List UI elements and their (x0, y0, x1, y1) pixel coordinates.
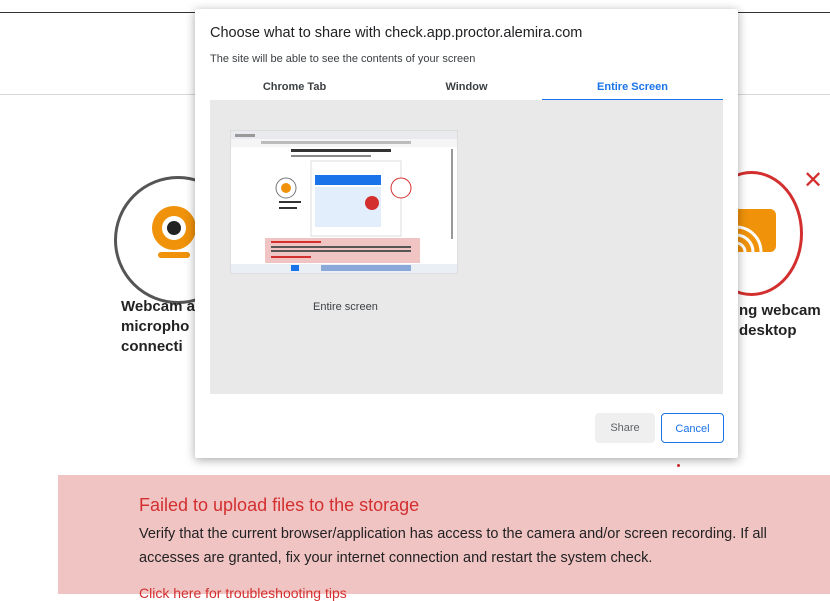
share-button[interactable]: Share (595, 413, 655, 443)
cancel-button[interactable]: Cancel (661, 413, 724, 443)
dialog-title: Choose what to share with check.app.proc… (210, 25, 583, 41)
tab-chrome-tab[interactable]: Chrome Tab (209, 79, 380, 101)
close-icon: ✕ (803, 166, 824, 194)
tab-entire-screen[interactable]: Entire Screen (542, 79, 723, 101)
share-content-area: Entire screen (210, 100, 723, 394)
error-message: Verify that the current browser/applicat… (139, 526, 767, 566)
dialog-subtitle: The site will be able to see the content… (210, 53, 476, 65)
thumbnail-label: Entire screen (313, 301, 378, 313)
troubleshooting-link[interactable]: Click here for troubleshooting tips (139, 585, 347, 601)
error-title: Failed to upload files to the storage (139, 495, 420, 515)
tab-window[interactable]: Window (381, 79, 552, 101)
screen-check-label: ng webcam desktop (739, 302, 821, 339)
screen-cast-icon (733, 205, 778, 255)
screen-thumbnail[interactable] (230, 130, 458, 274)
share-tabs: Chrome Tab Window Entire Screen (209, 79, 724, 101)
share-screen-dialog: Choose what to share with check.app.proc… (195, 9, 738, 458)
status-dot (677, 464, 680, 467)
